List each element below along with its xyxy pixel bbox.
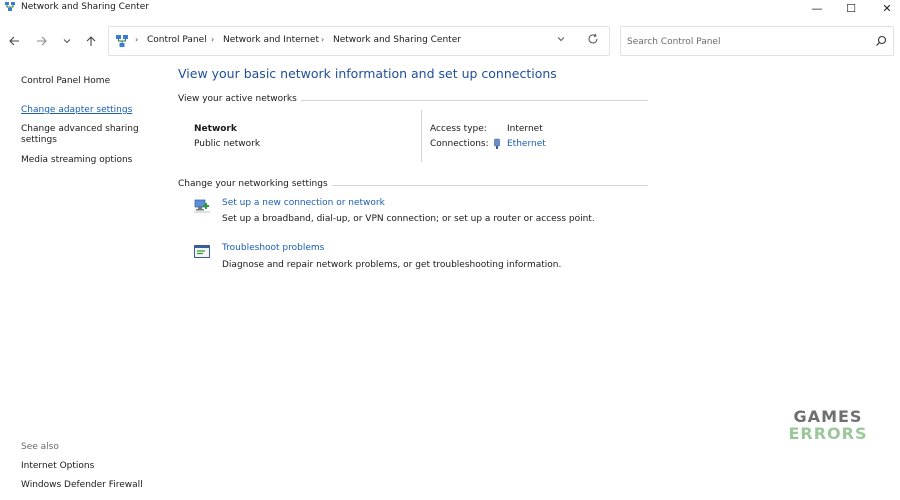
back-button[interactable] — [5, 32, 23, 50]
section-divider — [290, 100, 648, 101]
breadcrumb-separator-icon[interactable]: › — [135, 35, 138, 44]
arrow-up-icon — [86, 36, 96, 46]
network-category: Public network — [194, 139, 261, 149]
search-input[interactable] — [627, 33, 867, 51]
setup-new-connection-description: Set up a broadband, dial-up, or VPN conn… — [222, 214, 595, 224]
new-connection-icon — [194, 199, 210, 213]
ethernet-connection-link[interactable]: Ethernet — [507, 139, 546, 149]
close-button[interactable]: ✕ — [872, 0, 900, 16]
see-also-heading: See also — [21, 442, 59, 452]
breadcrumb-separator-icon[interactable]: › — [321, 35, 324, 44]
address-dropdown-button[interactable] — [557, 35, 565, 45]
games-errors-watermark: GAMES ERRORS — [788, 408, 868, 442]
watermark-line-2: ERRORS — [788, 424, 868, 443]
section-divider — [322, 185, 648, 186]
navigation-bar: › Control Panel › Network and Internet ›… — [0, 26, 900, 56]
network-app-icon — [5, 2, 15, 11]
search-icon[interactable] — [875, 35, 887, 47]
setup-new-connection-link[interactable]: Set up a new connection or network — [222, 198, 385, 208]
recent-locations-button[interactable] — [58, 32, 76, 50]
vertical-divider — [421, 110, 422, 162]
maximize-button[interactable]: ☐ — [836, 0, 866, 16]
control-panel-home-link[interactable]: Control Panel Home — [21, 76, 110, 86]
search-box[interactable] — [620, 26, 894, 56]
window-title: Network and Sharing Center — [21, 2, 149, 12]
up-button[interactable] — [82, 32, 100, 50]
change-adapter-settings-link[interactable]: Change adapter settings — [21, 105, 132, 115]
breadcrumb-control-panel[interactable]: Control Panel — [147, 35, 207, 45]
forward-button[interactable] — [33, 32, 51, 50]
troubleshoot-problems-description: Diagnose and repair network problems, or… — [222, 260, 562, 270]
network-location-icon — [116, 35, 128, 47]
networking-settings-heading: Change your networking settings — [178, 179, 332, 189]
active-networks-heading: View your active networks — [178, 94, 301, 104]
chevron-down-icon — [557, 37, 565, 42]
page-title: View your basic network information and … — [178, 66, 557, 81]
breadcrumb-network-and-sharing-center[interactable]: Network and Sharing Center — [333, 35, 461, 45]
internet-options-link[interactable]: Internet Options — [21, 461, 94, 471]
media-streaming-options-link[interactable]: Media streaming options — [21, 155, 132, 165]
watermark-line-1: GAMES — [793, 407, 863, 426]
chevron-down-icon — [63, 39, 71, 44]
refresh-icon — [588, 33, 598, 44]
address-bar[interactable]: › Control Panel › Network and Internet ›… — [108, 26, 610, 56]
troubleshoot-icon — [194, 245, 210, 258]
breadcrumb-network-and-internet[interactable]: Network and Internet — [223, 35, 319, 45]
change-advanced-sharing-settings-link[interactable]: Change advanced sharing settings — [21, 124, 151, 146]
minimize-button[interactable]: — — [802, 0, 832, 16]
title-bar: Network and Sharing Center — ☐ ✕ — [0, 0, 900, 18]
network-name: Network — [194, 124, 237, 134]
access-type-value: Internet — [507, 124, 543, 134]
access-type-label: Access type: — [430, 124, 487, 134]
arrow-left-icon — [9, 36, 19, 46]
refresh-button[interactable] — [587, 33, 599, 48]
connections-label: Connections: — [430, 139, 489, 149]
arrow-right-icon — [37, 36, 47, 46]
windows-defender-firewall-link[interactable]: Windows Defender Firewall — [21, 480, 143, 490]
ethernet-icon — [494, 138, 500, 149]
breadcrumb-separator-icon[interactable]: › — [211, 35, 214, 44]
troubleshoot-problems-link[interactable]: Troubleshoot problems — [222, 243, 324, 253]
